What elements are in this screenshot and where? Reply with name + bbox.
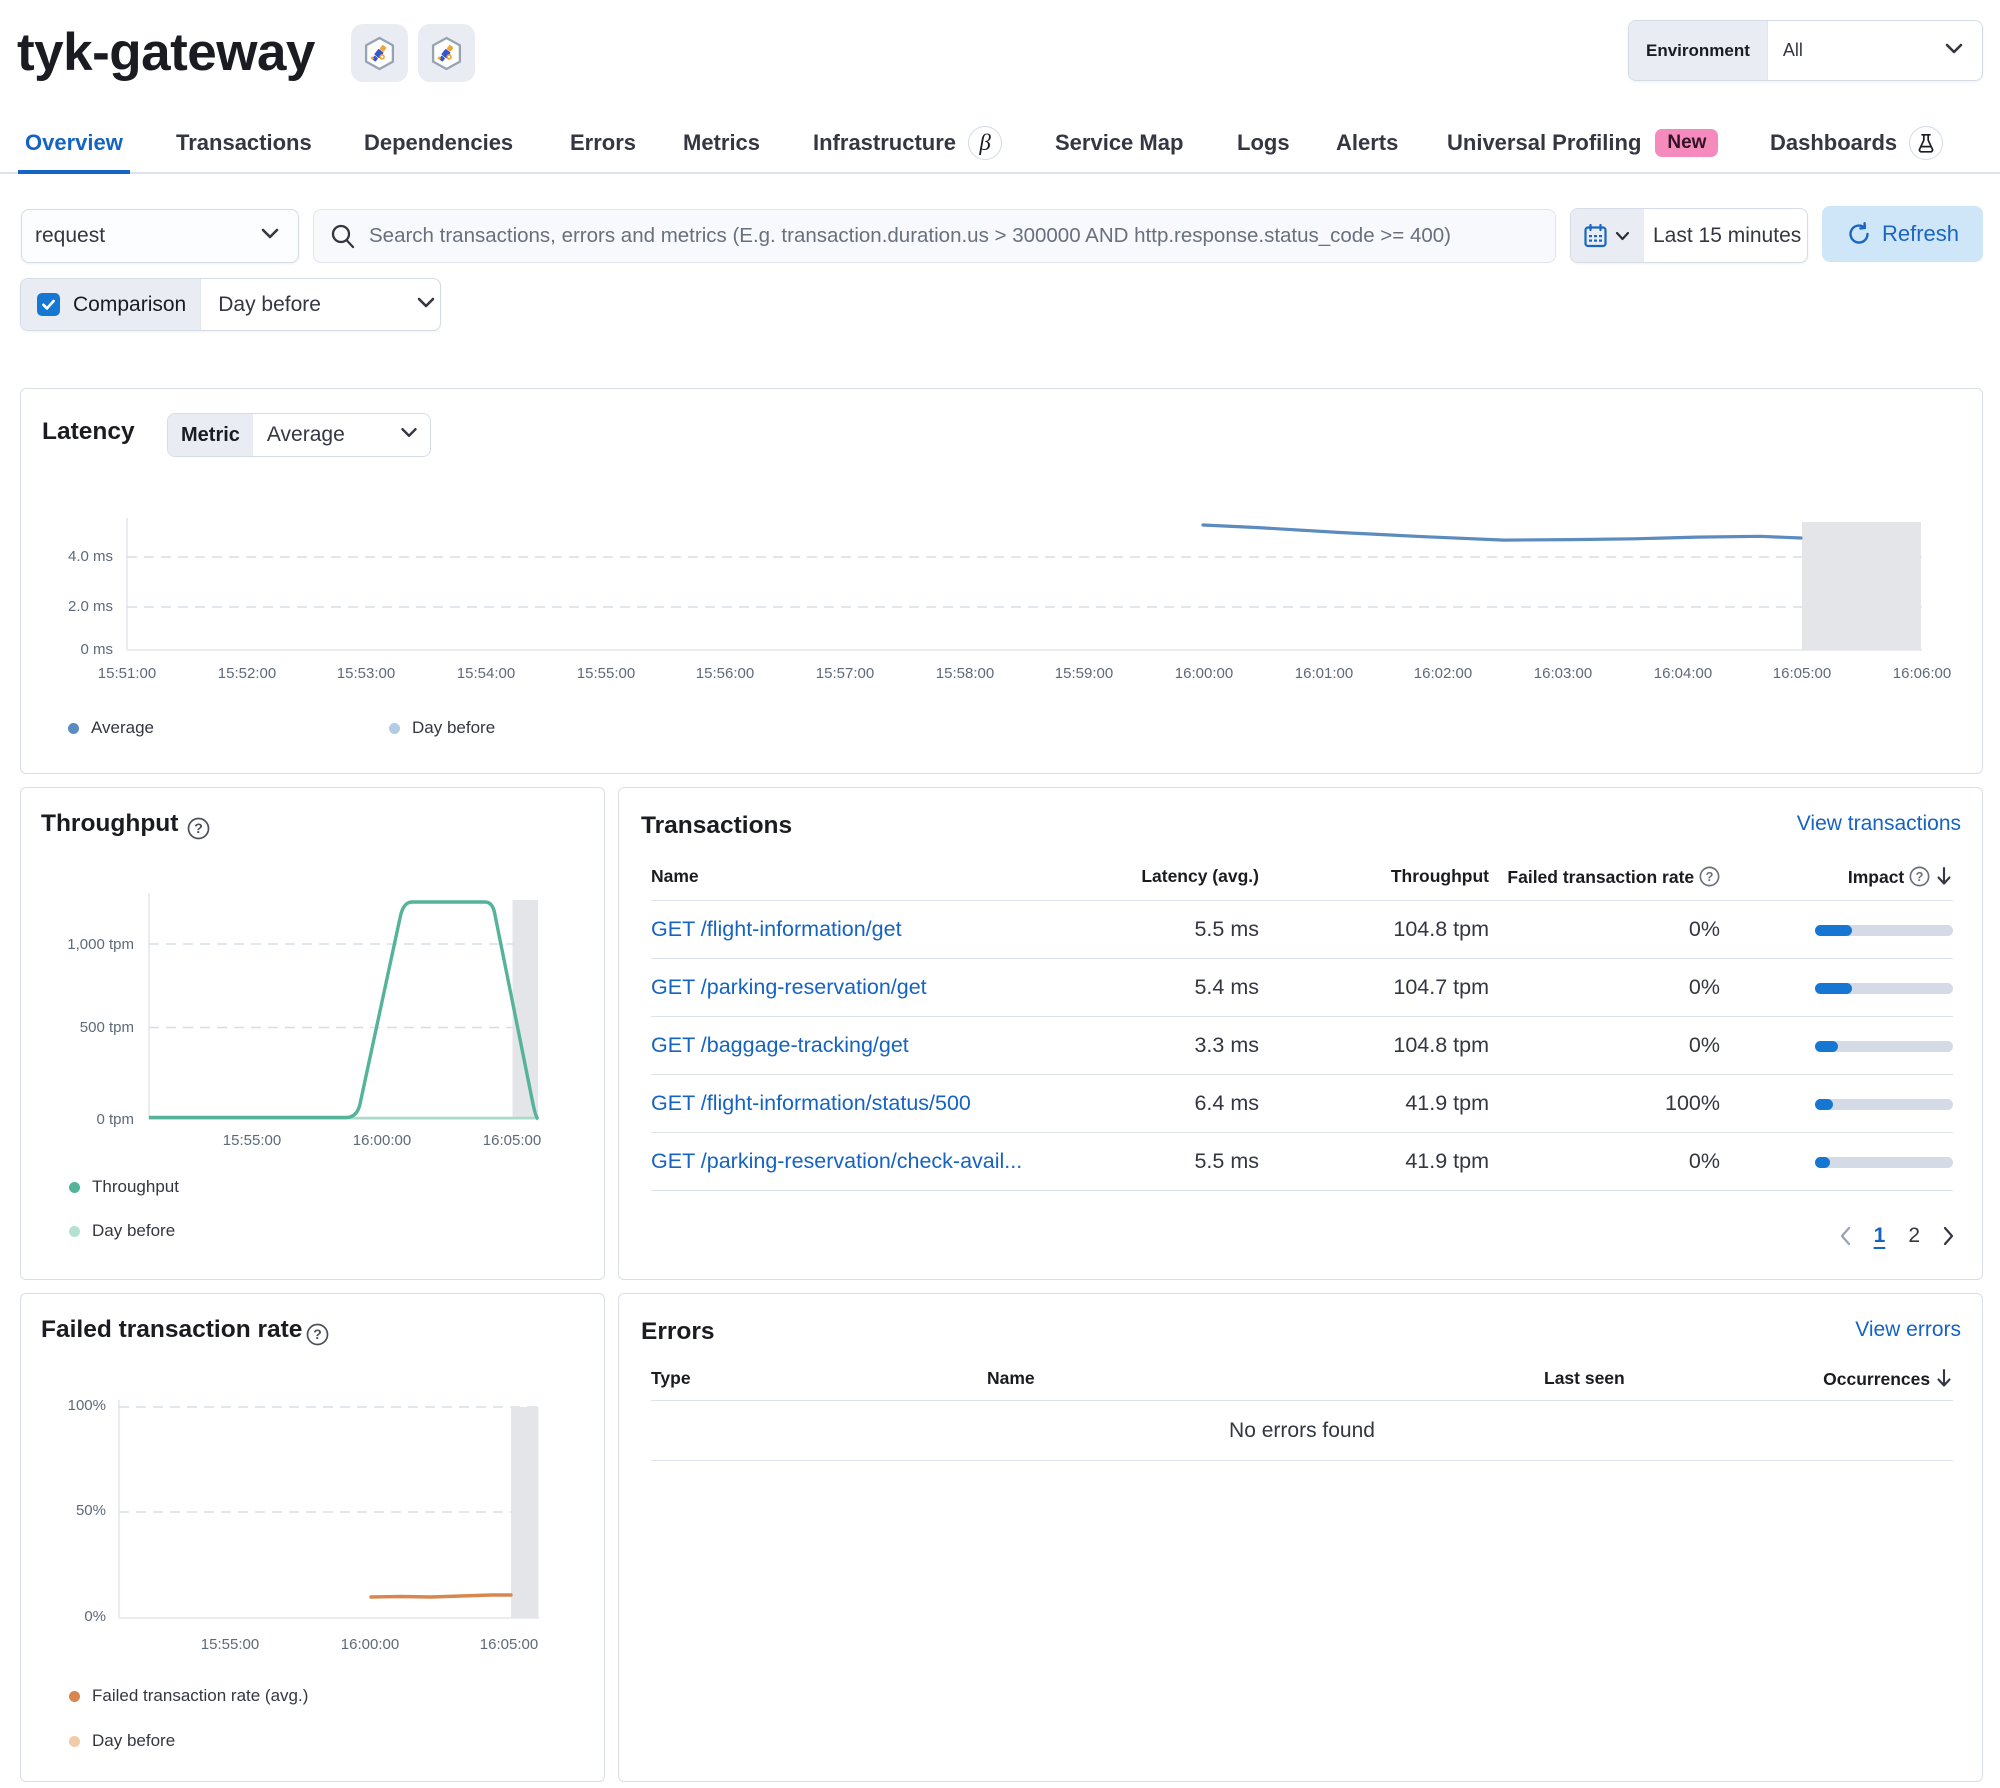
svg-text:?: ?: [1706, 868, 1714, 883]
svg-text:?: ?: [1916, 868, 1924, 883]
